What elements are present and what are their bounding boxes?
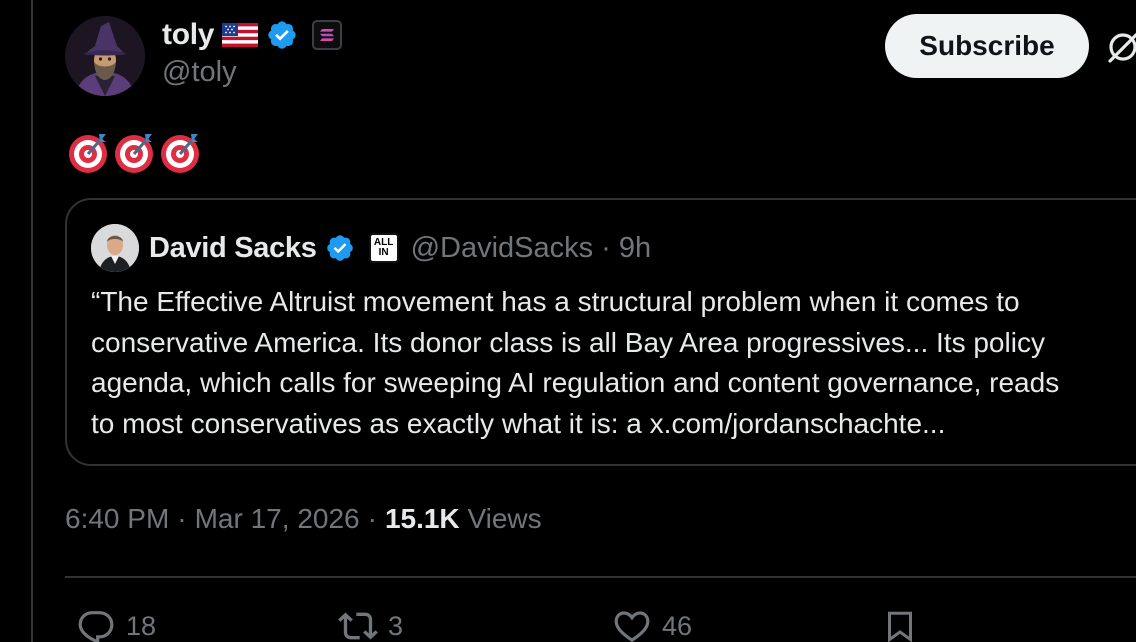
- quoted-handle[interactable]: @DavidSacks: [411, 232, 594, 265]
- quoted-text-line: conservative America. Its donor class is…: [91, 326, 1045, 358]
- post-time[interactable]: 6:40 PM: [65, 503, 169, 535]
- us-flag-icon: [222, 23, 259, 47]
- quoted-text-line: to most conservatives as exactly what it…: [91, 407, 946, 439]
- bookmark-button[interactable]: [882, 606, 918, 642]
- direct-hit-icon: [115, 134, 153, 173]
- reply-count: 18: [126, 610, 157, 641]
- wizard-avatar-icon: [65, 16, 145, 96]
- direct-hit-icon: [161, 134, 199, 173]
- author-handle[interactable]: @toly: [162, 56, 237, 89]
- all-in-badge-icon[interactable]: ALL IN: [368, 233, 399, 263]
- meta-separator: ·: [177, 503, 187, 534]
- subscribe-button[interactable]: Subscribe: [885, 14, 1089, 78]
- verified-badge-icon[interactable]: [266, 19, 298, 51]
- post-date[interactable]: Mar 17, 2026: [195, 503, 360, 535]
- repost-count: 3: [388, 610, 404, 641]
- quoted-text-line: agenda, which calls for sweeping AI regu…: [91, 367, 1060, 398]
- repost-button[interactable]: 3: [338, 606, 403, 642]
- quoted-author-avatar[interactable]: [91, 224, 139, 272]
- quoted-header: David Sacks ALL IN @DavidSacks · 9h: [149, 228, 651, 268]
- repost-icon: [338, 612, 378, 640]
- divider: [65, 576, 1136, 578]
- tweet-detail: toly @toly Subscribe David Sacks ALL IN …: [0, 0, 1136, 642]
- author-avatar[interactable]: [65, 16, 145, 96]
- quoted-display-name[interactable]: David Sacks: [149, 232, 317, 265]
- author-name-row: toly: [162, 14, 343, 56]
- heart-icon: [614, 611, 650, 642]
- quoted-post-card[interactable]: David Sacks ALL IN @DavidSacks · 9h “The…: [65, 198, 1136, 466]
- reply-button[interactable]: 18: [76, 606, 156, 642]
- like-button[interactable]: 46: [612, 606, 692, 642]
- post-text: 🎯🎯🎯: [66, 130, 202, 174]
- meta-separator: ·: [367, 503, 377, 534]
- all-in-badge-line-2: IN: [378, 247, 389, 258]
- author-display-name[interactable]: toly: [162, 18, 214, 52]
- quoted-text-line: “The Effective Altruist movement has a s…: [91, 286, 1020, 317]
- direct-hit-icon: [69, 134, 107, 173]
- bookmark-icon: [888, 611, 912, 642]
- grok-icon[interactable]: [1104, 28, 1136, 68]
- verified-badge-icon[interactable]: [325, 233, 355, 263]
- solana-badge-icon[interactable]: [312, 20, 343, 50]
- quoted-separator: ·: [601, 231, 611, 264]
- post-meta: 6:40 PM · Mar 17, 2026 · 15.1K Views: [65, 503, 542, 535]
- quoted-timestamp[interactable]: 9h: [619, 232, 651, 265]
- person-avatar-icon: [91, 224, 139, 272]
- reply-icon: [78, 611, 114, 642]
- quoted-text: “The Effective Altruist movement has a s…: [91, 282, 1136, 444]
- views-count: 15.1K: [384, 503, 460, 534]
- solana-logo-icon: [320, 29, 335, 41]
- column-border: [31, 0, 33, 642]
- views-label: Views: [467, 503, 542, 534]
- views-stat[interactable]: 15.1K Views: [385, 503, 542, 535]
- like-count: 46: [662, 610, 693, 641]
